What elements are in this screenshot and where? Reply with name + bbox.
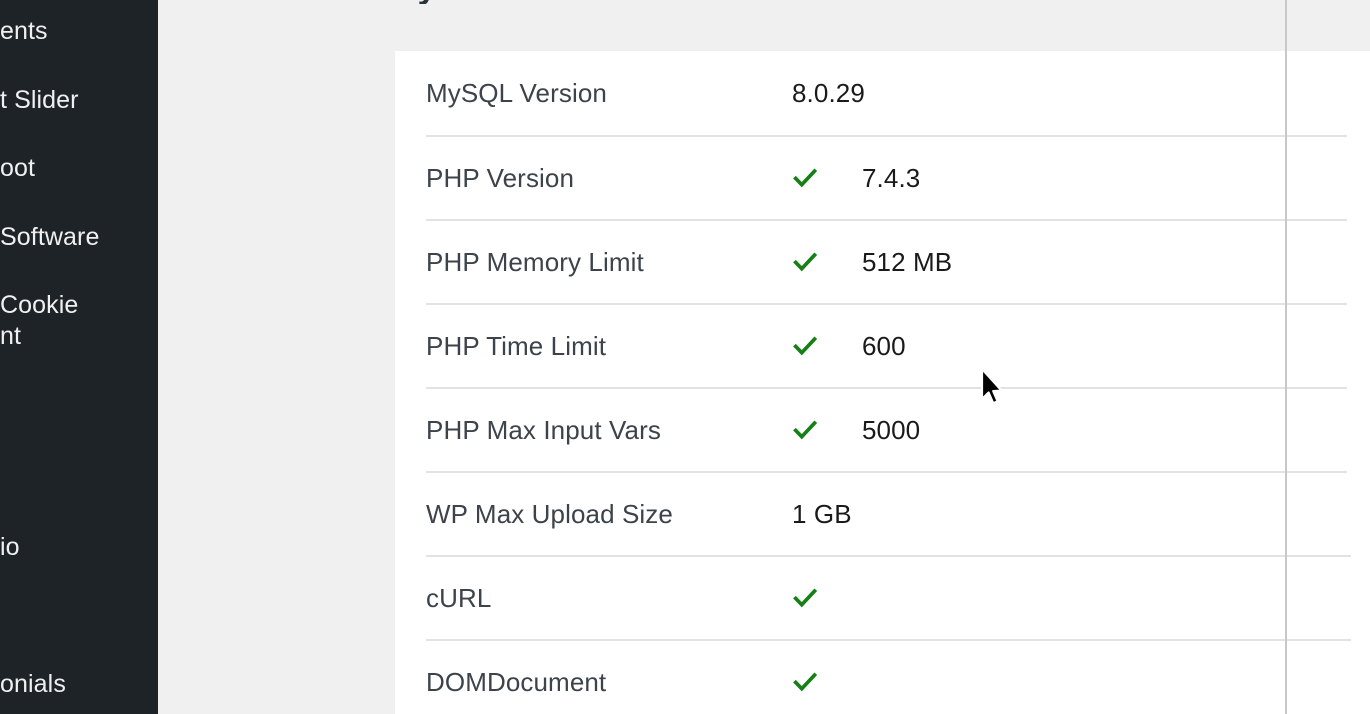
sidebar-item-2[interactable]: oot bbox=[0, 153, 158, 184]
sidebar-item-1[interactable]: t Slider bbox=[0, 85, 158, 116]
status-badge bbox=[792, 417, 862, 443]
table-row: PHP Version 7.4.3 bbox=[426, 137, 1351, 221]
table-row: PHP Max Input Vars 5000 bbox=[426, 389, 1351, 473]
status-row-value: 512 MB bbox=[862, 246, 953, 277]
sidebar-item-0[interactable]: ents bbox=[0, 16, 158, 47]
sidebar-item-label: ents bbox=[0, 17, 48, 45]
status-row-value: 8.0.29 bbox=[792, 77, 865, 108]
sidebar-item-3[interactable]: Software bbox=[0, 222, 158, 253]
status-row-value: 600 bbox=[862, 330, 906, 361]
status-row-value: 5000 bbox=[862, 414, 921, 445]
check-icon bbox=[793, 672, 818, 692]
sidebar-item-label: Cookie nt bbox=[0, 291, 79, 350]
status-row-label: PHP Max Input Vars bbox=[426, 414, 661, 445]
status-badge bbox=[792, 585, 862, 611]
sidebar-item-4[interactable]: Cookie nt bbox=[0, 290, 158, 351]
sidebar-item-label: Software bbox=[0, 223, 100, 251]
content-area: System Status MySQL Version 8.0.29 PHP Ver… bbox=[158, 0, 1370, 714]
sidebar-item-label: t Slider bbox=[0, 86, 79, 114]
status-row-label: PHP Time Limit bbox=[426, 330, 607, 361]
table-row: PHP Memory Limit 512 MB bbox=[426, 221, 1351, 305]
check-icon bbox=[793, 252, 818, 272]
status-row-label: MySQL Version bbox=[426, 77, 607, 108]
table-row: MySQL Version 8.0.29 bbox=[426, 51, 1351, 137]
status-row-label: cURL bbox=[426, 582, 492, 613]
status-row-value: 1 GB bbox=[792, 498, 852, 529]
page-title: System Status bbox=[395, 0, 915, 4]
sidebar-item-6[interactable]: onials bbox=[0, 669, 158, 700]
status-row-label: PHP Version bbox=[426, 162, 575, 193]
status-badge bbox=[792, 333, 862, 359]
status-row-label: DOMDocument bbox=[426, 666, 607, 697]
table-row: cURL bbox=[426, 557, 1351, 641]
sidebar-item-label: io bbox=[0, 533, 20, 561]
system-status-card: MySQL Version 8.0.29 PHP Version 7.4.3 PHP M… bbox=[395, 51, 1370, 714]
sidebar-item-label: oot bbox=[0, 154, 36, 182]
status-row-label: WP Max Upload Size bbox=[426, 498, 673, 529]
status-badge bbox=[792, 669, 862, 695]
status-row-label: PHP Memory Limit bbox=[426, 246, 644, 277]
check-icon bbox=[793, 168, 818, 188]
table-row: PHP Time Limit 600 bbox=[426, 305, 1351, 389]
viewport-divider bbox=[1285, 0, 1287, 714]
admin-sidebar[interactable]: ents t Slider oot Software Cookie nt io onials bbox=[0, 0, 158, 714]
right-side-panel bbox=[1347, 54, 1370, 546]
check-icon bbox=[793, 336, 818, 356]
check-icon bbox=[793, 588, 818, 608]
table-row: DOMDocument bbox=[426, 641, 1351, 714]
status-badge bbox=[792, 249, 862, 275]
sidebar-item-label: onials bbox=[0, 670, 66, 698]
status-row-value: 7.4.3 bbox=[862, 162, 921, 193]
table-row: WP Max Upload Size 1 GB bbox=[426, 473, 1351, 557]
check-icon bbox=[793, 420, 818, 440]
sidebar-item-5[interactable]: io bbox=[0, 532, 158, 563]
status-badge bbox=[792, 165, 862, 191]
